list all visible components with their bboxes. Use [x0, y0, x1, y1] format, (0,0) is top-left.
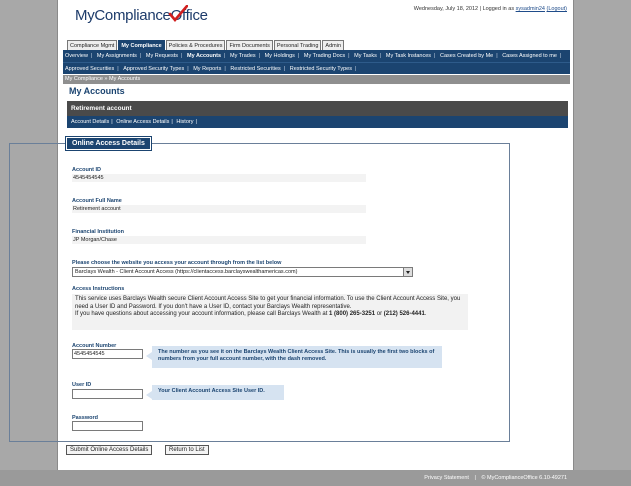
account-number-tooltip: The number as you see it on the Barclays… [146, 346, 442, 368]
nav-my-accounts[interactable]: My Accounts [185, 50, 223, 62]
instructions-period: . [424, 311, 427, 317]
account-full-name-label: Account Full Name [72, 198, 122, 204]
header-logged-in-text: | Logged in as [479, 6, 515, 12]
nav-overview[interactable]: Overview [63, 50, 90, 62]
tab-my-compliance[interactable]: My Compliance [118, 40, 165, 50]
copyright-text: © MyComplianceOffice 6.10-49271 [481, 475, 567, 481]
nav-separator: | [559, 53, 562, 59]
user-id-tooltip: Your Client Account Access Site User ID. [146, 385, 284, 400]
nav-separator: | [496, 53, 498, 59]
website-select-value: Barclays Wealth - Client Account Access … [75, 269, 298, 275]
header-date: Wednesday, July 18, 2012 [413, 6, 479, 12]
nav-my-reports[interactable]: My Reports [191, 63, 223, 74]
nav-separator: | [90, 53, 93, 59]
sub-tab-history[interactable]: History [176, 119, 193, 125]
website-select[interactable]: Barclays Wealth - Client Account Access … [72, 267, 413, 277]
nav-my-requests[interactable]: My Requests [144, 50, 180, 62]
page-title: My Accounts [69, 86, 125, 96]
chevron-down-icon[interactable] [403, 268, 412, 276]
nav-my-assignments[interactable]: My Assignments [95, 50, 139, 62]
nav-separator: | [171, 119, 173, 125]
financial-institution-label: Financial Institution [72, 229, 124, 235]
user-link[interactable]: sysadmin24 [516, 6, 545, 12]
access-instructions-text: This service uses Barclays Wealth secure… [72, 294, 468, 330]
account-id-label: Account ID [72, 167, 102, 173]
nav-separator: | [181, 53, 183, 59]
nav-separator: | [283, 66, 286, 72]
privacy-statement-link[interactable]: Privacy Statement [424, 475, 469, 481]
nav-separator: | [187, 66, 189, 72]
account-number-input[interactable]: 4545454545 [72, 349, 143, 359]
nav-my-holdings[interactable]: My Holdings [263, 50, 297, 62]
user-id-label: User ID [72, 382, 92, 388]
tab-personal-trading[interactable]: Personal Trading [273, 40, 322, 50]
logo: MyComplianceOffice [75, 5, 208, 24]
nav-separator: | [139, 53, 142, 59]
user-id-input[interactable] [72, 389, 143, 399]
password-input[interactable] [72, 421, 143, 431]
checkmark-icon [168, 5, 188, 23]
tab-compliance-mgmt[interactable]: Compliance Mgmt [67, 40, 118, 50]
website-select-label: Please choose the website you access you… [72, 260, 282, 266]
submit-online-access-button[interactable]: Submit Online Access Details [66, 445, 153, 455]
nav-my-trades[interactable]: My Trades [228, 50, 258, 62]
nav-separator: | [224, 66, 226, 72]
nav-separator: | [354, 66, 357, 72]
nav-separator: | [117, 66, 119, 72]
tab-firm-documents[interactable]: Firm Documents [226, 40, 273, 50]
sub-tab-account-details[interactable]: Account Details [71, 119, 109, 125]
logout-link[interactable]: (Logout) [547, 6, 568, 12]
header-info: Wednesday, July 18, 2012 | Logged in as … [414, 6, 567, 12]
secondary-nav: Approved Securities | Approved Security T… [63, 62, 570, 74]
nav-separator: | [379, 53, 382, 59]
nav-approved-security-types[interactable]: Approved Security Types [121, 63, 186, 74]
primary-nav: Overview | My Assignments | My Requests | M… [63, 50, 570, 62]
access-instructions-label: Access Instructions [72, 286, 125, 292]
account-id-value: 4545454545 [72, 174, 366, 182]
account-title-bar: Retirement account [67, 101, 568, 116]
nav-approved-securities[interactable]: Approved Securities [63, 63, 116, 74]
nav-separator: | [348, 53, 350, 59]
footer-content: Privacy Statement | © MyComplianceOffice… [422, 475, 569, 481]
tab-policies-procedures[interactable]: Policies & Procedures [165, 40, 226, 50]
nav-separator: | [434, 53, 436, 59]
nav-separator: | [195, 119, 197, 125]
return-to-list-button[interactable]: Return to List [165, 445, 209, 455]
breadcrumb: My Compliance » My Accounts [63, 75, 570, 84]
instructions-paragraph-1: This service uses Barclays Wealth secure… [75, 296, 461, 310]
nav-separator: | [297, 53, 300, 59]
nav-my-trading-docs[interactable]: My Trading Docs [302, 50, 347, 62]
account-sub-nav: Account Details | Online Access Details | … [67, 116, 568, 128]
phone-number-2: (212) 526-4441 [383, 311, 425, 317]
nav-separator: | [258, 53, 261, 59]
nav-separator: | [111, 119, 113, 125]
tab-admin[interactable]: Admin [322, 40, 345, 50]
nav-separator: | [224, 53, 226, 59]
nav-cases-assigned-to-me[interactable]: Cases Assigned to me [500, 50, 559, 62]
footer-separator: | [474, 475, 476, 481]
nav-restricted-securities[interactable]: Restricted Securities [228, 63, 282, 74]
sub-tab-online-access-details[interactable]: Online Access Details [116, 119, 169, 125]
instructions-or: or [376, 311, 383, 317]
phone-number-1: 1 (800) 265-3251 [329, 311, 376, 317]
section-title: Online Access Details [65, 136, 152, 151]
nav-restricted-security-types[interactable]: Restricted Security Types [288, 63, 354, 74]
nav-my-task-instances[interactable]: My Task Instances [384, 50, 433, 62]
main-tabs: Compliance Mgmt My Compliance Policies &… [67, 40, 345, 50]
nav-cases-created-by-me[interactable]: Cases Created by Me [438, 50, 495, 62]
instructions-paragraph-2: If you have questions about accessing yo… [75, 311, 328, 317]
nav-my-tasks[interactable]: My Tasks [352, 50, 379, 62]
financial-institution-value: JP Morgan/Chase [72, 236, 366, 244]
account-full-name-value: Retirement account [72, 205, 366, 213]
footer: Privacy Statement | © MyComplianceOffice… [0, 470, 631, 486]
